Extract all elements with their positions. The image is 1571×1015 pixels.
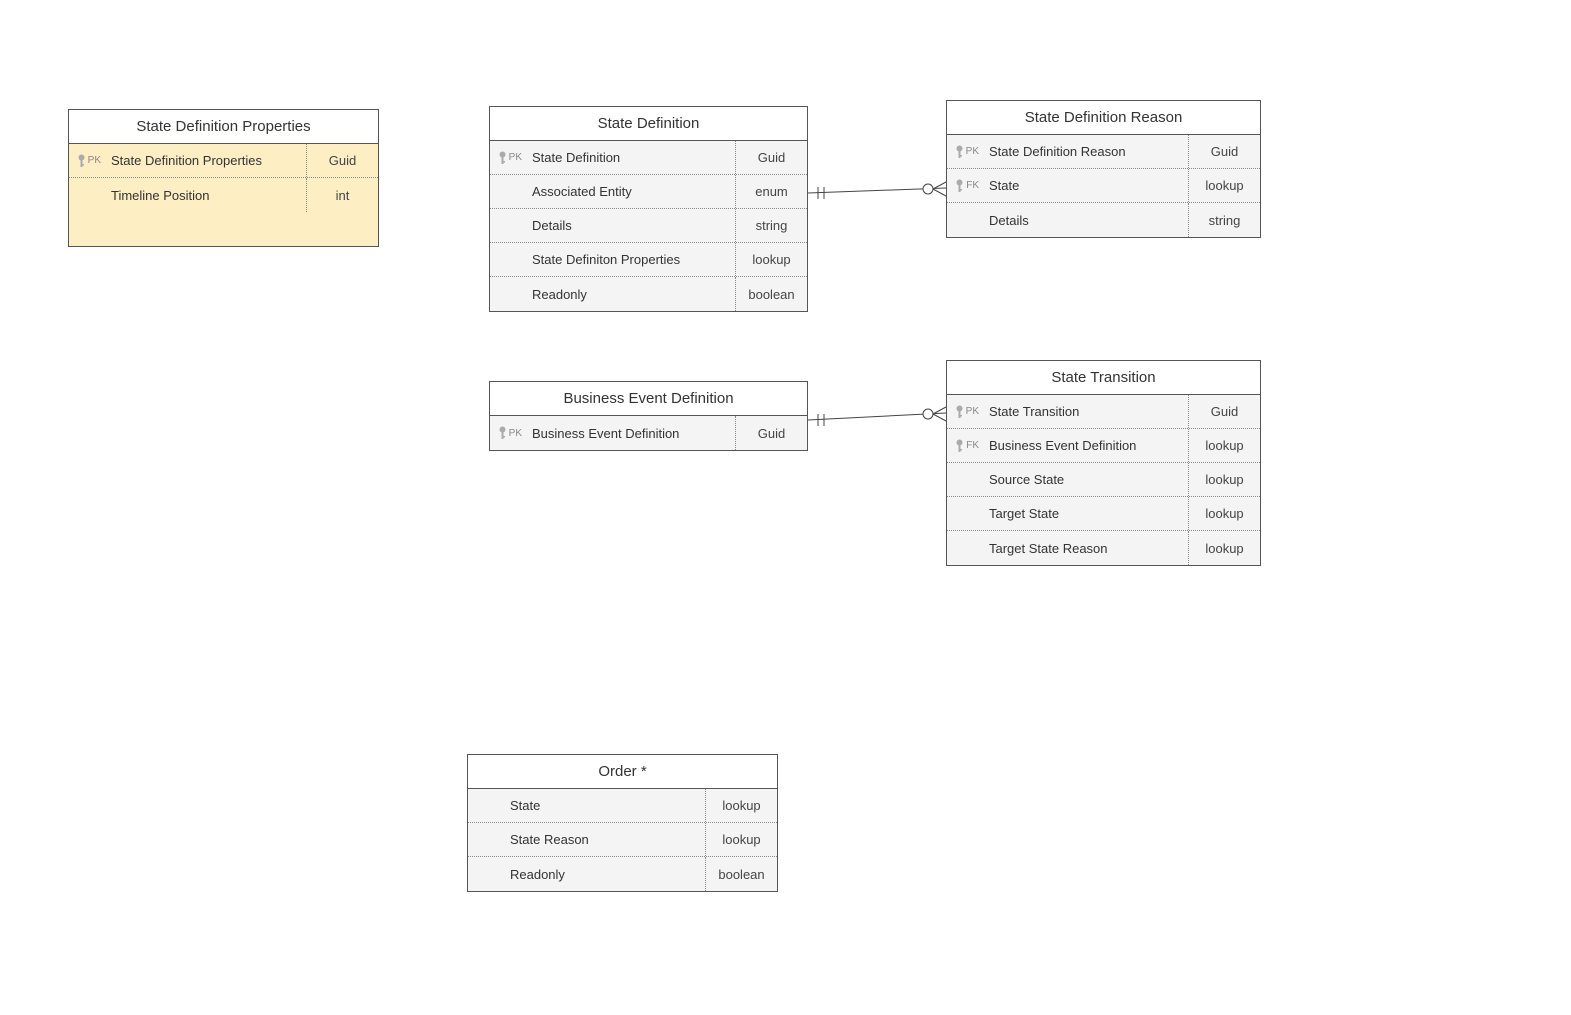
entity-business-event-definition: Business Event Definition PKBusiness Eve… [489,381,808,451]
attribute-name: Readonly [502,867,705,882]
attribute-name: State Definition [524,150,735,165]
key-label: FK [966,440,979,451]
key-indicator: PK [490,426,524,440]
key-icon [955,439,964,453]
key-icon [955,145,964,159]
entity-title: Order * [468,755,777,789]
key-label: PK [509,152,522,163]
entity-attribute-row: Detailsstring [947,203,1260,237]
attribute-type: lookup [705,823,777,856]
attribute-name: State Definition Properties [103,153,306,168]
attribute-name: Details [524,218,735,233]
key-icon [77,154,86,168]
entity-body: PKState TransitionGuidFKBusiness Event D… [947,395,1260,565]
attribute-name: Timeline Position [103,188,306,203]
entity-title: Business Event Definition [490,382,807,416]
key-indicator: PK [490,151,524,165]
entity-title: State Definition Properties [69,110,378,144]
key-indicator: FK [947,179,981,193]
attribute-type: lookup [1188,169,1260,202]
entity-attribute-row: PKState TransitionGuid [947,395,1260,429]
key-label: PK [509,428,522,439]
entity-body: StatelookupState ReasonlookupReadonlyboo… [468,789,777,891]
attribute-name: State Reason [502,832,705,847]
key-label: PK [966,146,979,157]
attribute-type: enum [735,175,807,208]
attribute-type: Guid [1188,135,1260,168]
key-indicator: PK [69,154,103,168]
entity-attribute-row: PKBusiness Event DefinitionGuid [490,416,807,450]
attribute-type: lookup [1188,429,1260,462]
entity-attribute-row: PKState Definition ReasonGuid [947,135,1260,169]
key-indicator: PK [947,145,981,159]
key-icon [955,405,964,419]
attribute-type: Guid [1188,395,1260,428]
attribute-name: Details [981,213,1188,228]
attribute-name: Readonly [524,287,735,302]
key-icon [498,151,507,165]
attribute-type: boolean [735,277,807,311]
entity-attribute-row: FKBusiness Event Definitionlookup [947,429,1260,463]
attribute-type: lookup [1188,497,1260,530]
key-icon [498,426,507,440]
attribute-name: Target State Reason [981,541,1188,556]
attribute-name: State [502,798,705,813]
attribute-name: Business Event Definition [524,426,735,441]
attribute-name: Associated Entity [524,184,735,199]
entity-attribute-row: FKStatelookup [947,169,1260,203]
attribute-name: State Transition [981,404,1188,419]
attribute-name: Source State [981,472,1188,487]
entity-body: PKState DefinitionGuidAssociated Entitye… [490,141,807,311]
key-label: FK [966,180,979,191]
entity-body: PKState Definition PropertiesGuidTimelin… [69,144,378,246]
entity-title: State Definition [490,107,807,141]
key-label: PK [88,155,101,166]
entity-attribute-row: PKState DefinitionGuid [490,141,807,175]
entity-attribute-row: Target Statelookup [947,497,1260,531]
entity-state-definition-properties: State Definition Properties PKState Defi… [68,109,379,247]
entity-attribute-row: Detailsstring [490,209,807,243]
attribute-name: Business Event Definition [981,438,1188,453]
key-icon [955,179,964,193]
attribute-type: Guid [735,141,807,174]
entity-body: PKState Definition ReasonGuidFKStatelook… [947,135,1260,237]
entity-attribute-row: Target State Reasonlookup [947,531,1260,565]
entity-attribute-row: Readonlyboolean [468,857,777,891]
entity-state-definition: State Definition PKState DefinitionGuidA… [489,106,808,312]
attribute-name: State Definiton Properties [524,252,735,267]
attribute-type: string [1188,203,1260,237]
attribute-type: lookup [705,789,777,822]
entity-attribute-row: Timeline Positionint [69,178,378,212]
entity-attribute-row: PKState Definition PropertiesGuid [69,144,378,178]
attribute-type: lookup [735,243,807,276]
attribute-type: lookup [1188,463,1260,496]
attribute-type: boolean [705,857,777,891]
attribute-type: Guid [306,144,378,177]
attribute-type: Guid [735,416,807,450]
key-label: PK [966,406,979,417]
entity-attribute-row: State Definiton Propertieslookup [490,243,807,277]
attribute-type: string [735,209,807,242]
entity-state-transition: State Transition PKState TransitionGuidF… [946,360,1261,566]
entity-title: State Definition Reason [947,101,1260,135]
entity-attribute-row: Statelookup [468,789,777,823]
entity-attribute-row: State Reasonlookup [468,823,777,857]
entity-attribute-row: Readonlyboolean [490,277,807,311]
attribute-name: Target State [981,506,1188,521]
attribute-name: State [981,178,1188,193]
attribute-name: State Definition Reason [981,144,1188,159]
entity-attribute-row: Source Statelookup [947,463,1260,497]
entity-title: State Transition [947,361,1260,395]
entity-order: Order * StatelookupState ReasonlookupRea… [467,754,778,892]
attribute-type: lookup [1188,531,1260,565]
entity-attribute-row: Associated Entityenum [490,175,807,209]
entity-body: PKBusiness Event DefinitionGuid [490,416,807,450]
key-indicator: PK [947,405,981,419]
attribute-type: int [306,178,378,212]
key-indicator: FK [947,439,981,453]
entity-state-definition-reason: State Definition Reason PKState Definiti… [946,100,1261,238]
